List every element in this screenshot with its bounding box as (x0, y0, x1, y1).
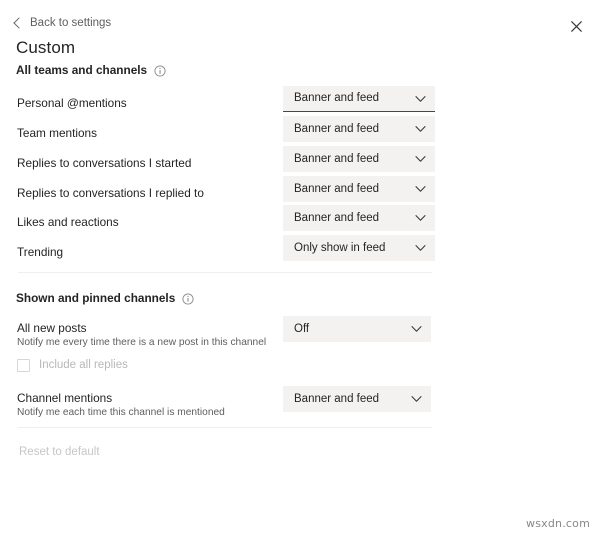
footer-divider (18, 427, 432, 428)
dropdown-replies-replied-to[interactable]: Banner and feed (283, 176, 435, 202)
setting-label: Trending (17, 245, 64, 259)
chevron-down-icon (415, 93, 426, 104)
back-to-settings-label: Back to settings (30, 17, 112, 29)
section-header-shown-and-pinned-channels: Shown and pinned channels (16, 291, 194, 306)
setting-label: Channel mentions (17, 391, 113, 405)
setting-row: Trending Only show in feed (0, 235, 600, 274)
dropdown-channel-mentions[interactable]: Banner and feed (283, 386, 431, 412)
info-icon[interactable] (182, 292, 194, 305)
setting-description: Notify me each time this channel is ment… (17, 407, 225, 418)
setting-description: Notify me every time there is a new post… (17, 337, 267, 348)
dropdown-value: Banner and feed (294, 122, 380, 135)
chevron-left-icon (13, 17, 25, 29)
chevron-down-icon (411, 394, 422, 405)
dropdown-replies-started[interactable]: Banner and feed (283, 146, 435, 172)
setting-label: Team mentions (17, 126, 97, 140)
dropdown-value: Banner and feed (294, 182, 380, 195)
checkbox-label: Include all replies (39, 359, 128, 371)
chevron-down-icon (415, 243, 426, 254)
section-title: Shown and pinned channels (16, 291, 176, 305)
dropdown-value: Off (294, 322, 310, 335)
watermark: wsxdn.com (526, 517, 590, 530)
back-to-settings-link[interactable]: Back to settings (13, 16, 112, 30)
setting-label: Personal @mentions (17, 96, 127, 110)
dropdown-value: Banner and feed (294, 152, 380, 165)
setting-row: All new posts Notify me every time there… (0, 316, 600, 350)
section-header-all-teams-and-channels: All teams and channels (16, 63, 166, 78)
close-icon (570, 20, 582, 32)
section-divider (18, 272, 432, 273)
dropdown-team-mentions[interactable]: Banner and feed (283, 116, 435, 142)
dropdown-personal-mentions[interactable]: Banner and feed (283, 86, 435, 112)
dropdown-all-new-posts[interactable]: Off (283, 316, 431, 342)
dropdown-value: Banner and feed (294, 92, 380, 104)
setting-label: Likes and reactions (17, 215, 119, 229)
dropdown-likes-and-reactions[interactable]: Banner and feed (283, 205, 435, 231)
setting-label: Replies to conversations I replied to (17, 186, 204, 200)
info-icon[interactable] (154, 64, 166, 77)
include-all-replies-checkbox-row[interactable]: Include all replies (17, 358, 128, 373)
dropdown-value: Only show in feed (294, 241, 386, 254)
reset-to-default-button[interactable]: Reset to default (19, 445, 100, 460)
setting-row: Channel mentions Notify me each time thi… (0, 386, 600, 420)
chevron-down-icon (411, 324, 422, 335)
close-button[interactable] (565, 15, 587, 37)
chevron-down-icon (415, 213, 426, 224)
chevron-down-icon (415, 184, 426, 195)
setting-label: All new posts (17, 321, 87, 335)
chevron-down-icon (415, 154, 426, 165)
dropdown-value: Banner and feed (294, 392, 380, 405)
dropdown-value: Banner and feed (294, 211, 380, 224)
checkbox-input[interactable] (17, 359, 30, 372)
custom-notification-settings-panel: Back to settings Custom All teams and ch… (0, 0, 600, 539)
chevron-down-icon (415, 124, 426, 135)
setting-label: Replies to conversations I started (17, 156, 192, 170)
dropdown-trending[interactable]: Only show in feed (283, 235, 435, 261)
section-title: All teams and channels (16, 63, 148, 77)
page-title: Custom (16, 38, 76, 57)
